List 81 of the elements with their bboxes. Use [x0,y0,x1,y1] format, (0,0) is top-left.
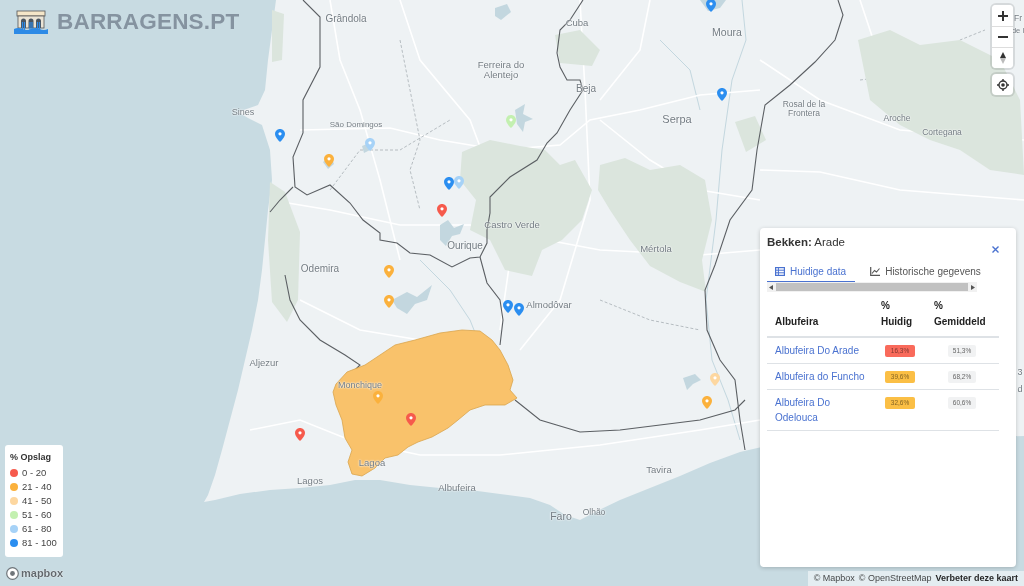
table-icon [775,267,785,276]
place-label: Tavira [646,464,672,476]
reservoir-area [495,4,511,20]
tab[interactable]: Historische gegevens [862,263,990,282]
place-label: Sines [231,108,255,118]
legend-label: 21 - 40 [22,481,52,492]
circle-logo-icon [6,567,19,580]
map-pin-icon[interactable] [384,265,394,278]
place-label: São Domingos [329,120,383,130]
panel-title: Bekken: Arade [767,235,845,250]
logo-text: BARRAGENS.PT [57,9,240,35]
place-label: 3 [1017,368,1023,378]
reservoir-link[interactable]: Albufeira Do Odelouca [775,395,870,425]
place-label: Odemira [300,262,340,274]
place-label: Almodôvar [526,299,572,311]
map-provider-logo[interactable]: mapbox [21,567,64,580]
close-icon [992,246,999,253]
place-label: Cuba [565,17,589,29]
place-label: Cortegana [922,128,962,138]
attribution-link[interactable]: Verbeter deze kaart [935,573,1018,583]
caret-right-icon[interactable] [971,284,975,290]
place-label: Albufeira [438,482,476,494]
attribution-link[interactable]: © Mapbox [813,573,855,583]
attribution-link[interactable]: © OpenStreetMap [858,573,932,583]
minus-icon [997,36,1008,38]
place-label: Ourique [447,239,483,251]
place-label: Aljezur [249,357,279,369]
column-header: Albufeira [767,294,874,337]
nature-park-area [735,116,766,152]
nature-park-area [555,30,600,66]
place-label: Rosal de la Frontera [781,99,827,119]
target-icon [996,78,1009,91]
place-label: Moura [712,27,742,39]
dam-icon [14,10,48,34]
legend-label: 81 - 100 [22,537,57,548]
legend-label: 41 - 50 [22,495,52,506]
map-pin-icon[interactable] [406,413,416,426]
map-pin-icon[interactable] [514,303,524,316]
legend-label: 0 - 20 [22,467,47,478]
place-label: Monchique [338,381,382,391]
caret-left-icon[interactable] [769,284,773,290]
map-pin-icon[interactable] [503,300,513,313]
map-pin-icon[interactable] [295,428,305,441]
legend-title: % Opslag [10,452,52,462]
map-pin-icon[interactable] [324,154,334,167]
reservoir-link[interactable]: Albufeira Do Arade [775,343,870,358]
place-label: Fr [1014,14,1022,24]
line-chart-icon [870,267,881,276]
legend-label: 51 - 60 [22,509,52,520]
place-label: Grândola [325,12,367,24]
close-button[interactable] [992,246,999,253]
column-header: % Huidig [874,294,930,337]
reservoir-area [515,104,533,132]
place-label: Ferreira do Alentejo [476,59,526,81]
reservoir-area [392,285,432,314]
compass-button[interactable] [992,47,1013,68]
map-pin-icon[interactable] [706,0,716,12]
legend-label: 61 - 80 [22,523,52,534]
place-label: Mértola [640,243,672,255]
scrollbar-thumb[interactable] [776,283,968,291]
horizontal-scrollbar[interactable] [767,282,977,292]
map-pin-icon[interactable] [275,129,285,142]
place-label: Faro [550,511,572,523]
map-pin-icon[interactable] [384,295,394,308]
compass-icon [999,52,1006,64]
place-label: Aroche [883,114,911,124]
place-label: Lagos [297,475,323,487]
map-pin-icon[interactable] [437,204,447,217]
plus-icon [997,10,1008,21]
place-label: Olhão [582,508,606,518]
map-pin-icon[interactable] [702,396,712,409]
reservoir-link[interactable]: Albufeira do Funcho [775,369,870,384]
map-pin-icon[interactable] [373,391,383,404]
geolocate-button[interactable] [992,74,1013,95]
column-header: % Gemiddeld [930,294,999,337]
nature-park-area [272,10,284,62]
place-label: d [1017,385,1023,395]
place-label: Serpa [662,112,692,126]
map-pin-icon[interactable] [444,177,454,190]
map-pin-icon[interactable] [717,88,727,101]
reservoir-area [683,374,701,390]
